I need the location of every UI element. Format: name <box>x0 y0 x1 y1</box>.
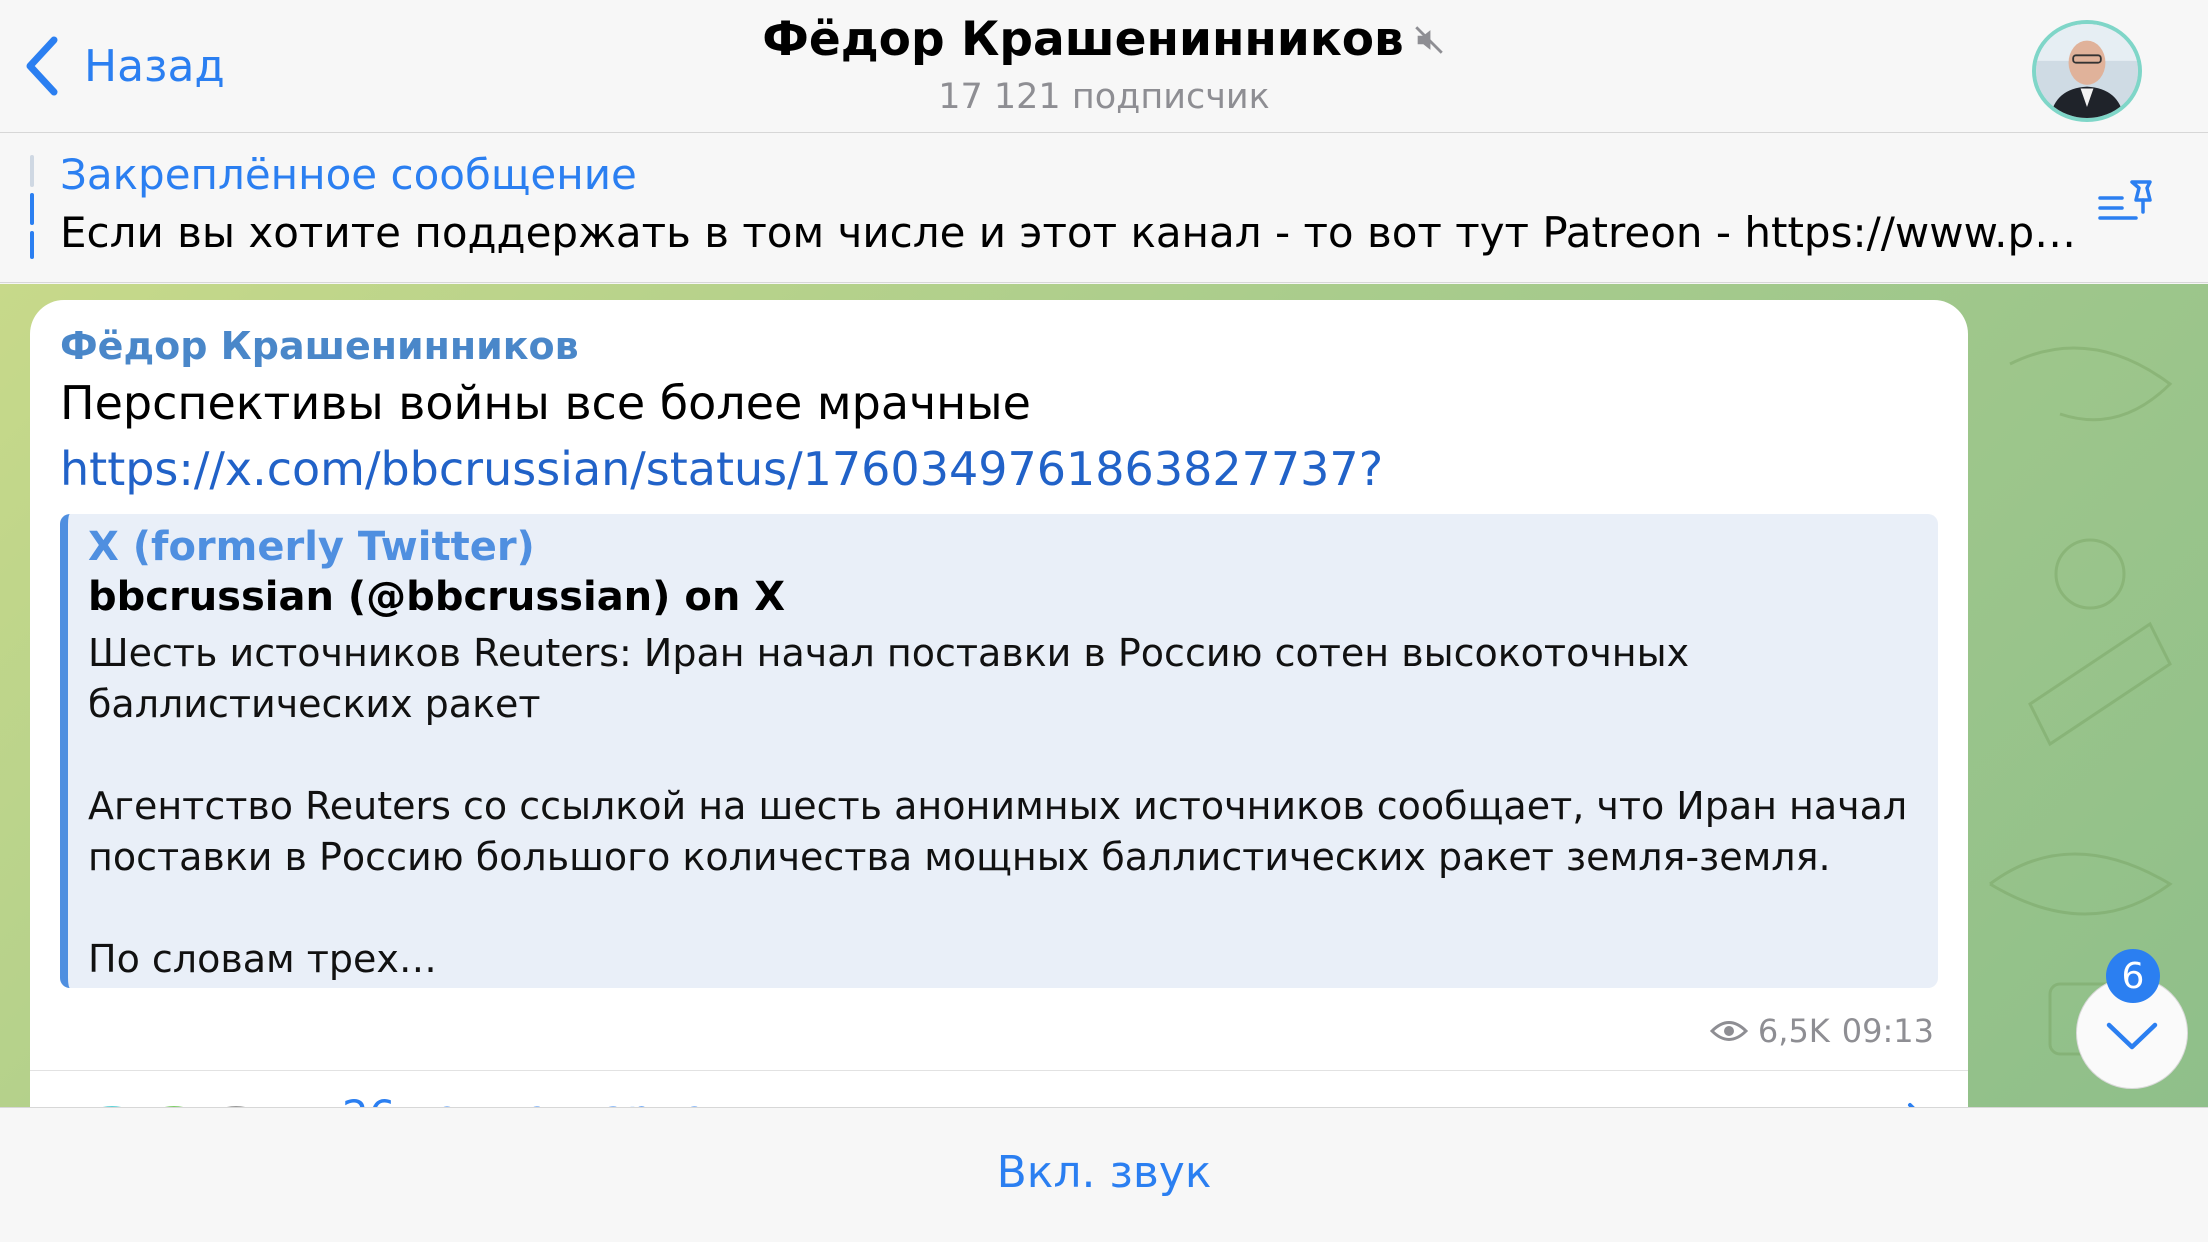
link-preview-site: X (formerly Twitter) <box>88 524 535 570</box>
subscriber-count: 17 121 подписчик <box>938 77 1270 117</box>
bottom-bar: Вкл. звук <box>0 1107 2208 1242</box>
channel-avatar[interactable] <box>2032 20 2142 122</box>
post-meta: 6,5K 09:13 <box>1709 1012 1934 1050</box>
post-text-body: Перспективы войны все более мрачные <box>60 376 1031 430</box>
back-button[interactable]: Назад <box>22 28 225 104</box>
avatar-photo <box>2036 24 2138 118</box>
pinned-message-title: Закреплённое сообщение <box>60 150 637 199</box>
pinned-message-text: Если вы хотите поддержать в том числе и … <box>60 208 2100 257</box>
comments-row[interactable]: 26 комментариев <box>66 1085 1946 1107</box>
channel-title: Фёдор Крашенинников <box>762 12 1404 67</box>
unmute-button[interactable]: Вкл. звук <box>997 1147 1212 1198</box>
channel-post-bubble: Фёдор Крашенинников Перспективы войны вс… <box>30 300 1968 1107</box>
chevron-down-icon <box>2106 1022 2158 1050</box>
pinned-list-icon[interactable] <box>2096 176 2160 232</box>
pinned-indicator <box>30 155 34 265</box>
link-preview-title: bbcrussian (@bbcrussian) on X <box>88 574 786 620</box>
post-time: 09:13 <box>1841 1012 1934 1050</box>
view-count: 6,5K <box>1757 1012 1830 1050</box>
channel-title-block[interactable]: Фёдор Крашенинников 17 121 подписчик <box>600 12 1608 117</box>
chat-header: Назад Фёдор Крашенинников 17 121 подписч… <box>0 0 2208 132</box>
unread-count-badge: 6 <box>2106 949 2160 1003</box>
chat-background: Фёдор Крашенинников Перспективы войны вс… <box>0 284 2208 1107</box>
muted-speaker-icon <box>1415 25 1443 54</box>
chevron-left-icon <box>26 36 58 96</box>
comments-label: 26 комментариев <box>342 1091 731 1107</box>
comments-divider <box>30 1070 1968 1071</box>
views-eye-icon <box>1709 1021 1748 1041</box>
link-preview[interactable]: X (formerly Twitter) bbcrussian (@bbcrus… <box>60 514 1938 988</box>
back-label: Назад <box>84 40 225 92</box>
background-doodles <box>1989 346 2173 1056</box>
post-sender: Фёдор Крашенинников <box>60 324 579 368</box>
link-preview-description: Шесть источников Reuters: Иран начал пос… <box>88 631 1908 981</box>
